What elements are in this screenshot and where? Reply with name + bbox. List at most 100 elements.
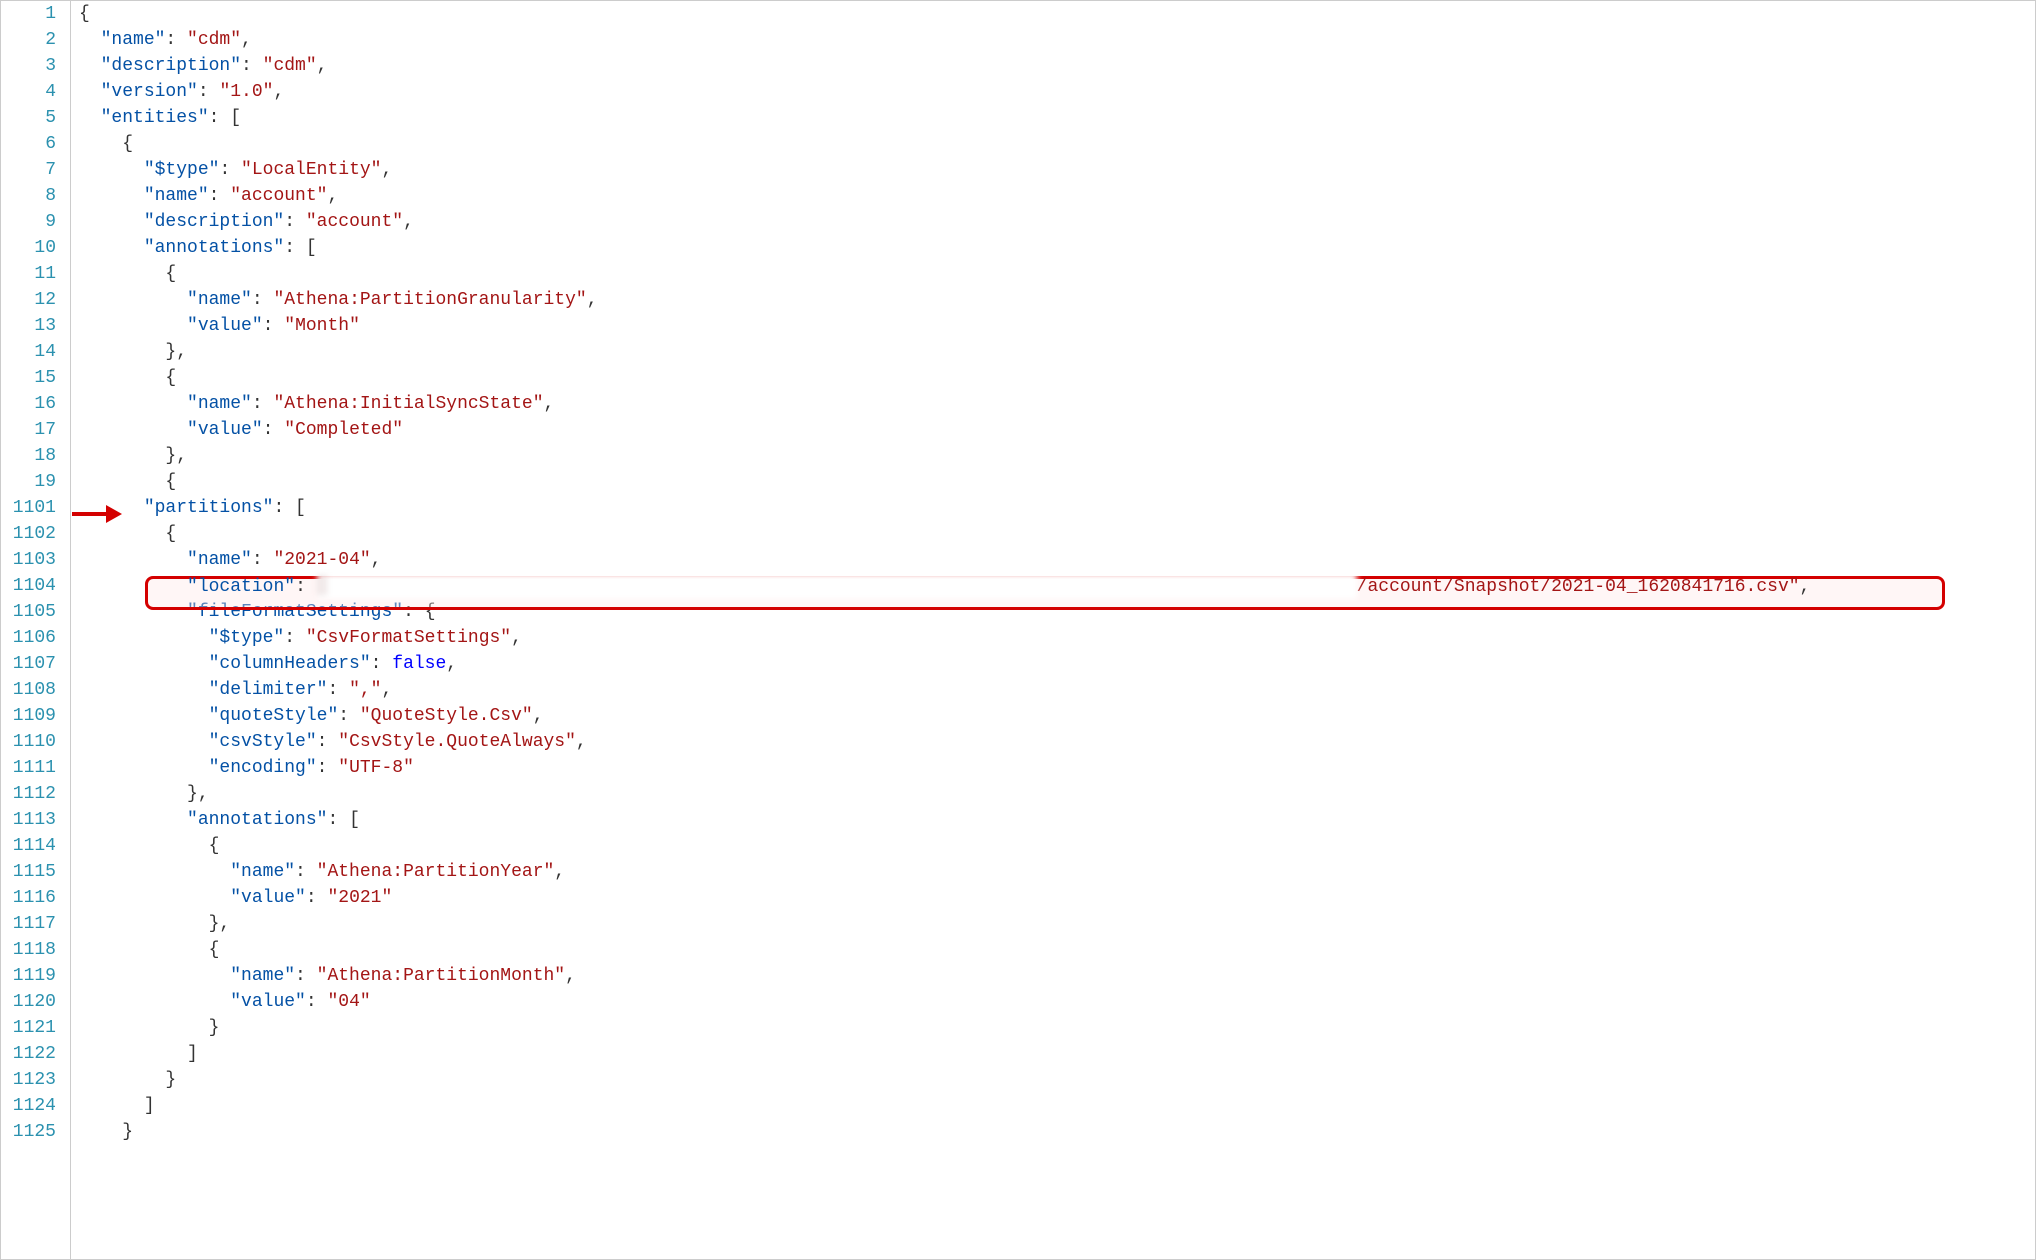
line-number: 1116 [1,885,56,911]
code-line: "$type": "CsvFormatSettings", [79,625,2035,651]
line-number: 6 [1,131,56,157]
json-string: "account" [230,186,327,206]
code-line: { [79,1,2035,27]
code-line: "entities": [ [79,105,2035,131]
brace: } [122,1122,133,1142]
code-line: { [79,131,2035,157]
code-line: { [79,365,2035,391]
json-key: "value" [230,992,306,1012]
brace: }, [165,342,187,362]
line-number: 1110 [1,729,56,755]
code-line: { [79,833,2035,859]
code-line: } [79,1067,2035,1093]
json-string: "LocalEntity" [241,160,381,180]
code-line: "name": "Athena:InitialSyncState", [79,391,2035,417]
line-number: 5 [1,105,56,131]
line-number: 12 [1,287,56,313]
brace: { [122,134,133,154]
code-line: "value": "Month" [79,313,2035,339]
json-string: "," [349,680,381,700]
code-line: "version": "1.0", [79,79,2035,105]
line-number: 1106 [1,625,56,651]
code-line-highlighted: "location": █/account/Snapshot/2021-04_1… [79,573,2035,599]
code-area[interactable]: { "name": "cdm", "description": "cdm", "… [71,1,2035,1259]
line-number: 1108 [1,677,56,703]
brace: { [165,368,176,388]
line-number: 1119 [1,963,56,989]
json-key: "value" [187,420,263,440]
line-number: 8 [1,183,56,209]
json-string: "04" [327,992,370,1012]
line-number: 1115 [1,859,56,885]
json-string: "Athena:PartitionMonth" [317,966,565,986]
code-line: "name": "Athena:PartitionGranularity", [79,287,2035,313]
code-line: } [79,1015,2035,1041]
json-string: "2021" [327,888,392,908]
json-bool: false [392,654,446,674]
brace: { [165,472,176,492]
json-key: "value" [187,316,263,336]
line-number: 3 [1,53,56,79]
json-string: "Athena:InitialSyncState" [273,394,543,414]
code-line: "encoding": "UTF-8" [79,755,2035,781]
code-line: "name": "account", [79,183,2035,209]
line-number: 1114 [1,833,56,859]
json-key: "partitions" [144,498,274,518]
line-number: 1112 [1,781,56,807]
line-number: 17 [1,417,56,443]
json-key: "fileFormatSettings" [187,602,403,622]
json-string: "Athena:PartitionGranularity" [273,290,586,310]
json-string: "CsvFormatSettings" [306,628,511,648]
line-number: 1107 [1,651,56,677]
line-number: 1111 [1,755,56,781]
json-key: "$type" [144,160,220,180]
json-key: "description" [101,56,241,76]
json-key: "quoteStyle" [209,706,339,726]
line-number: 1117 [1,911,56,937]
line-number: 15 [1,365,56,391]
brace: { [209,940,220,960]
json-string: /account/Snapshot/2021-04_1620841716.csv… [1357,577,1800,597]
code-line: "$type": "LocalEntity", [79,157,2035,183]
line-number: 1103 [1,547,56,573]
code-line: }, [79,443,2035,469]
line-number: 1120 [1,989,56,1015]
line-number: 18 [1,443,56,469]
line-number: 1102 [1,521,56,547]
code-line: { [79,469,2035,495]
line-number: 13 [1,313,56,339]
code-line: "name": "2021-04", [79,547,2035,573]
json-key: "description" [144,212,284,232]
line-number: 1123 [1,1067,56,1093]
line-number: 1101 [1,495,56,521]
code-line: ] [79,1041,2035,1067]
brace: } [209,1018,220,1038]
code-line: "annotations": [ [79,807,2035,833]
json-string: "CsvStyle.QuoteAlways" [338,732,576,752]
code-line: "delimiter": ",", [79,677,2035,703]
json-key: "$type" [209,628,285,648]
json-key: "csvStyle" [209,732,317,752]
line-number: 4 [1,79,56,105]
json-key: "annotations" [144,238,284,258]
line-number: 1109 [1,703,56,729]
code-line: }, [79,339,2035,365]
code-line: "csvStyle": "CsvStyle.QuoteAlways", [79,729,2035,755]
code-editor: 1234567891011121314151617181911011102110… [1,1,2035,1259]
json-key: "delimiter" [209,680,328,700]
code-line: "value": "04" [79,989,2035,1015]
json-string: "account" [306,212,403,232]
json-key: "encoding" [209,758,317,778]
code-line: "quoteStyle": "QuoteStyle.Csv", [79,703,2035,729]
json-key: "annotations" [187,810,327,830]
json-key: "name" [187,290,252,310]
code-line: { [79,521,2035,547]
line-number: 9 [1,209,56,235]
code-line: "value": "Completed" [79,417,2035,443]
json-key: "version" [101,82,198,102]
code-line: "name": "Athena:PartitionYear", [79,859,2035,885]
line-number: 7 [1,157,56,183]
code-line: "columnHeaders": false, [79,651,2035,677]
line-number: 19 [1,469,56,495]
json-key: "name" [230,966,295,986]
